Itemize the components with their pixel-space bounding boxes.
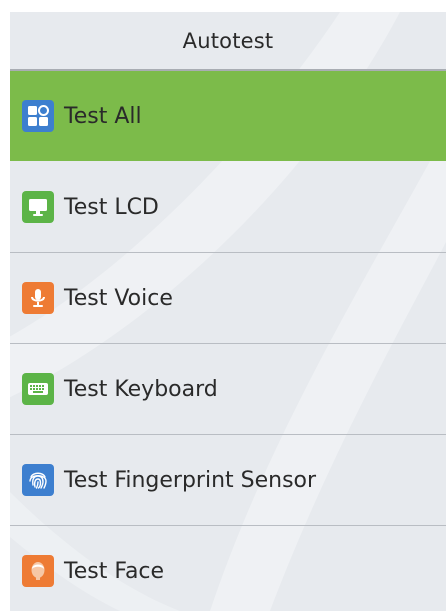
menu-item-label: Test Keyboard [64, 376, 218, 402]
face-icon [22, 555, 54, 587]
fingerprint-icon [22, 464, 54, 496]
menu-item-test-keyboard[interactable]: Test Keyboard [10, 344, 446, 434]
microphone-icon [22, 282, 54, 314]
menu-item-test-all[interactable]: Test All [10, 71, 446, 161]
menu-item-label: Test Voice [64, 285, 173, 311]
keyboard-icon [22, 373, 54, 405]
menu-item-test-voice[interactable]: Test Voice [10, 253, 446, 343]
page-title: Autotest [182, 28, 274, 53]
monitor-icon [22, 191, 54, 223]
menu-item-label: Test Face [64, 558, 165, 584]
menu-item-test-face[interactable]: Test Face [10, 526, 446, 611]
menu-item-label: Test Fingerprint Sensor [64, 467, 317, 493]
menu-item-label: Test All [64, 103, 142, 129]
menu-item-test-lcd[interactable]: Test LCD [10, 162, 446, 252]
menu-item-test-fingerprint-sensor[interactable]: Test Fingerprint Sensor [10, 435, 446, 525]
menu-item-label: Test LCD [64, 194, 159, 220]
autotest-screen: Autotest Test All Test LCD Test Voice Te… [0, 0, 446, 611]
test-all-icon [22, 100, 54, 132]
autotest-panel: Autotest Test All Test LCD Test Voice Te… [10, 12, 446, 611]
